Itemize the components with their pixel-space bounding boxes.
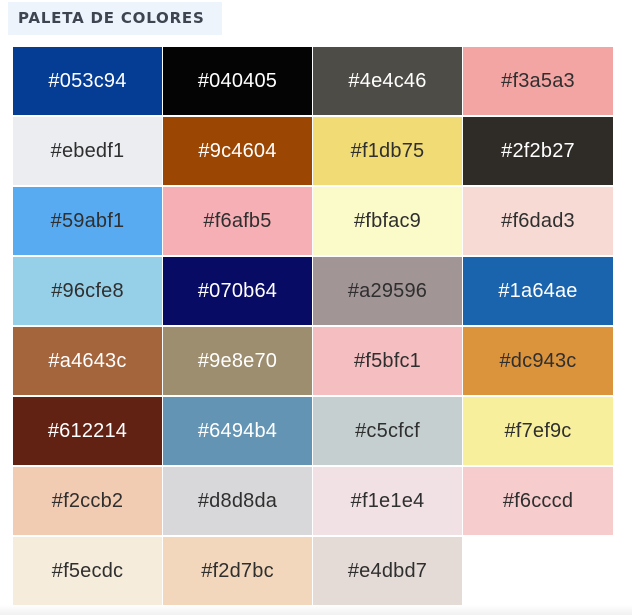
color-swatch: #59abf1 <box>13 187 163 257</box>
color-hex-label: #f5bfc1 <box>353 349 421 372</box>
color-hex-label: #1a64ae <box>498 279 578 302</box>
color-hex-label: #070b64 <box>197 279 278 302</box>
color-hex-label: #f2d7bc <box>201 559 274 582</box>
color-swatch: #f1e1e4 <box>313 467 463 537</box>
color-hex-label: #a29596 <box>347 279 428 302</box>
color-swatch: #040405 <box>163 47 313 117</box>
color-swatch: #f3a5a3 <box>463 47 613 117</box>
color-hex-label: #c5cfcf <box>355 419 420 442</box>
color-swatch: #fbfac9 <box>313 187 463 257</box>
color-swatch: #e4dbd7 <box>313 537 463 607</box>
color-hex-label: #6494b4 <box>197 419 278 442</box>
color-hex-label: #e4dbd7 <box>347 559 428 582</box>
color-swatch: #96cfe8 <box>13 257 163 327</box>
color-swatch: #612214 <box>13 397 163 467</box>
color-swatch: #4e4c46 <box>313 47 463 117</box>
color-swatch: #f6afb5 <box>163 187 313 257</box>
color-swatch: #f5bfc1 <box>313 327 463 397</box>
color-hex-label: #9e8e70 <box>197 349 278 372</box>
color-hex-label: #f1db75 <box>350 139 425 162</box>
color-palette-grid: #053c94 #040405 #4e4c46 #f3a5a3 #ebedf1 #9c46… <box>13 47 613 607</box>
color-swatch: #ebedf1 <box>13 117 163 187</box>
color-hex-label: #96cfe8 <box>51 279 124 302</box>
color-hex-label: #dc943c <box>499 349 577 372</box>
color-hex-label: #2f2b27 <box>501 139 575 162</box>
color-swatch: #f5ecdc <box>13 537 163 607</box>
color-swatch: #d8d8da <box>163 467 313 537</box>
color-swatch: #f1db75 <box>313 117 463 187</box>
color-hex-label: #040405 <box>197 69 278 92</box>
color-hex-label: #9c4604 <box>198 139 277 162</box>
color-hex-label: #612214 <box>47 419 128 442</box>
page-bottom-edge <box>0 605 632 615</box>
color-hex-label: #f6cccd <box>502 489 574 512</box>
color-swatch: #6494b4 <box>163 397 313 467</box>
color-hex-label: #fbfac9 <box>353 209 421 232</box>
color-hex-label: #f1e1e4 <box>350 489 425 512</box>
color-swatch: #f2ccb2 <box>13 467 163 537</box>
color-hex-label: #d8d8da <box>197 489 278 512</box>
color-swatch: #f6dad3 <box>463 187 613 257</box>
color-swatch: #9c4604 <box>163 117 313 187</box>
color-swatch: #9e8e70 <box>163 327 313 397</box>
color-hex-label: #f5ecdc <box>51 559 124 582</box>
color-hex-label: #053c94 <box>48 69 127 92</box>
color-swatch: #1a64ae <box>463 257 613 327</box>
palette-heading: PALETA DE COLORES <box>8 2 222 35</box>
color-hex-label: #a4643c <box>48 349 127 372</box>
color-hex-label: #f6dad3 <box>501 209 575 232</box>
color-swatch: #c5cfcf <box>313 397 463 467</box>
color-swatch: #053c94 <box>13 47 163 117</box>
color-hex-label: #f2ccb2 <box>51 489 124 512</box>
color-swatch: #a29596 <box>313 257 463 327</box>
color-swatch: #070b64 <box>163 257 313 327</box>
color-swatch: #a4643c <box>13 327 163 397</box>
color-swatch: #f7ef9c <box>463 397 613 467</box>
color-hex-label: #f3a5a3 <box>501 69 575 92</box>
color-swatch: #dc943c <box>463 327 613 397</box>
color-hex-label: #59abf1 <box>50 209 125 232</box>
color-hex-label: #ebedf1 <box>50 139 125 162</box>
color-hex-label: #f6afb5 <box>203 209 272 232</box>
color-swatch: #2f2b27 <box>463 117 613 187</box>
color-hex-label: #f7ef9c <box>504 419 572 442</box>
color-hex-label: #4e4c46 <box>348 69 427 92</box>
color-swatch: #f2d7bc <box>163 537 313 607</box>
color-swatch: #f6cccd <box>463 467 613 537</box>
